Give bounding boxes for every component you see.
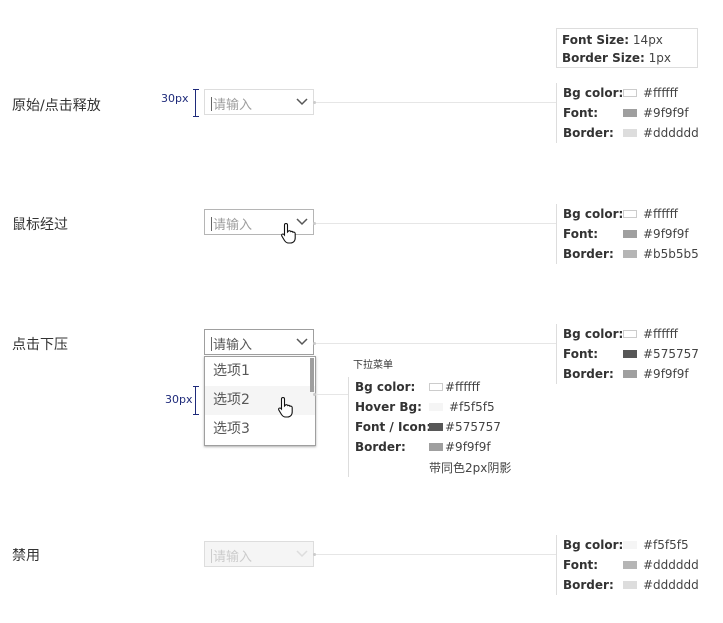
row-label-hover: 鼠标经过 [12,217,68,233]
connector-line [316,554,556,555]
select-placeholder: 请输入 [213,550,253,565]
spec-key: Bg color: [563,207,624,221]
color-swatch [429,403,443,411]
shadow-note: 带同色2px阴影 [429,460,512,475]
spec-key: Border: [563,247,614,261]
height-dimension-label: 30px [161,92,189,105]
row-label-disabled: 禁用 [12,548,40,564]
spec-default: Bg color: #ffffff Font: #9f9f9f Border: #dd… [556,83,699,143]
spec-value: #ffffff [643,327,678,341]
row-label-pressed: 点击下压 [12,337,68,353]
text-caret [211,217,212,231]
spec-key: Bg color: [563,86,624,100]
spec-value: #ffffff [643,207,678,221]
text-caret [211,97,212,111]
color-swatch [623,129,637,137]
select-placeholder: 请输入 [213,338,253,353]
spec-key: Font: [563,558,599,572]
color-swatch [623,561,637,569]
color-swatch [429,443,443,451]
spec-key: Border: [563,578,614,592]
color-swatch [623,370,637,378]
color-swatch [623,581,637,589]
chevron-down-icon [296,98,308,106]
height-dimension-label: 30px [165,393,193,406]
spec-hover: Bg color: #ffffff Font: #9f9f9f Border: #b5… [556,204,699,264]
row-label-default: 原始/点击释放 [12,98,101,114]
spec-dropdown: Bg color: #ffffff Hover Bg: #f5f5f5 Font /… [348,377,511,477]
color-swatch [623,350,637,358]
size-spec-box: Font Size: 14px Border Size: 1px [556,28,698,68]
spec-key: Hover Bg: [355,400,422,414]
spec-value: #9f9f9f [643,227,689,241]
connector-line [316,343,556,344]
spec-key: Font: [563,227,599,241]
color-swatch [429,423,443,431]
chevron-down-icon [296,550,308,558]
select-disabled: 请输入 [204,541,314,567]
spec-value: #f5f5f5 [643,538,689,552]
select-placeholder: 请输入 [213,98,253,113]
color-swatch [623,250,637,258]
spec-value: #ffffff [643,86,678,100]
hand-pointer-icon [281,222,296,244]
dropdown-spec-title: 下拉菜单 [353,360,393,371]
color-swatch [623,230,637,238]
spec-value: #575757 [445,420,501,434]
connector-line [316,394,348,395]
spec-key: Bg color: [355,380,416,394]
dropdown-scrollbar[interactable] [310,358,314,392]
dropdown-menu: 选项1 选项2 选项3 [204,356,316,446]
color-swatch [429,383,443,391]
font-size-value: 14px [632,33,663,47]
select-placeholder: 请输入 [213,218,253,233]
dropdown-option-hovered[interactable]: 选项2 [205,386,315,415]
spec-value: #9f9f9f [643,106,689,120]
spec-key: Font: [563,347,599,361]
color-swatch [623,210,637,218]
text-caret [211,549,212,563]
spec-value: #575757 [643,347,699,361]
spec-value: #9f9f9f [643,367,689,381]
connector-line [316,223,556,224]
select-default[interactable]: 请输入 [204,89,314,115]
height-dimension-marker [193,89,199,117]
spec-value: #9f9f9f [445,440,491,454]
hand-pointer-icon [278,396,293,418]
spec-key: Border: [355,440,406,454]
spec-value: #ffffff [445,380,480,394]
dropdown-option[interactable]: 选项1 [205,357,315,386]
dropdown-option[interactable]: 选项3 [205,415,315,444]
color-swatch [623,109,637,117]
spec-key: Font: [563,106,599,120]
spec-disabled: Bg color: #f5f5f5 Font: #dddddd Border: #dd… [556,535,699,595]
spec-key: Border: [563,367,614,381]
connector-line [316,102,556,103]
spec-key: Font / Icon: [355,420,432,434]
spec-value: #dddddd [643,558,699,572]
spec-key: Border: [563,126,614,140]
spec-key: Bg color: [563,327,624,341]
border-size-value: 1px [648,51,671,65]
spec-value: #b5b5b5 [643,247,699,261]
spec-pressed: Bg color: #ffffff Font: #575757 Border: #9f… [556,324,699,384]
color-swatch [623,541,637,549]
chevron-down-icon [296,338,308,346]
height-dimension-marker [193,386,199,415]
border-size-label: Border Size: [562,51,645,65]
font-size-label: Font Size: [562,33,630,47]
spec-value: #dddddd [643,578,699,592]
text-caret [211,337,212,351]
color-swatch [623,330,637,338]
spec-value: #f5f5f5 [449,400,495,414]
color-swatch [623,89,637,97]
spec-value: #dddddd [643,126,699,140]
select-pressed[interactable]: 请输入 [204,329,314,355]
spec-key: Bg color: [563,538,624,552]
